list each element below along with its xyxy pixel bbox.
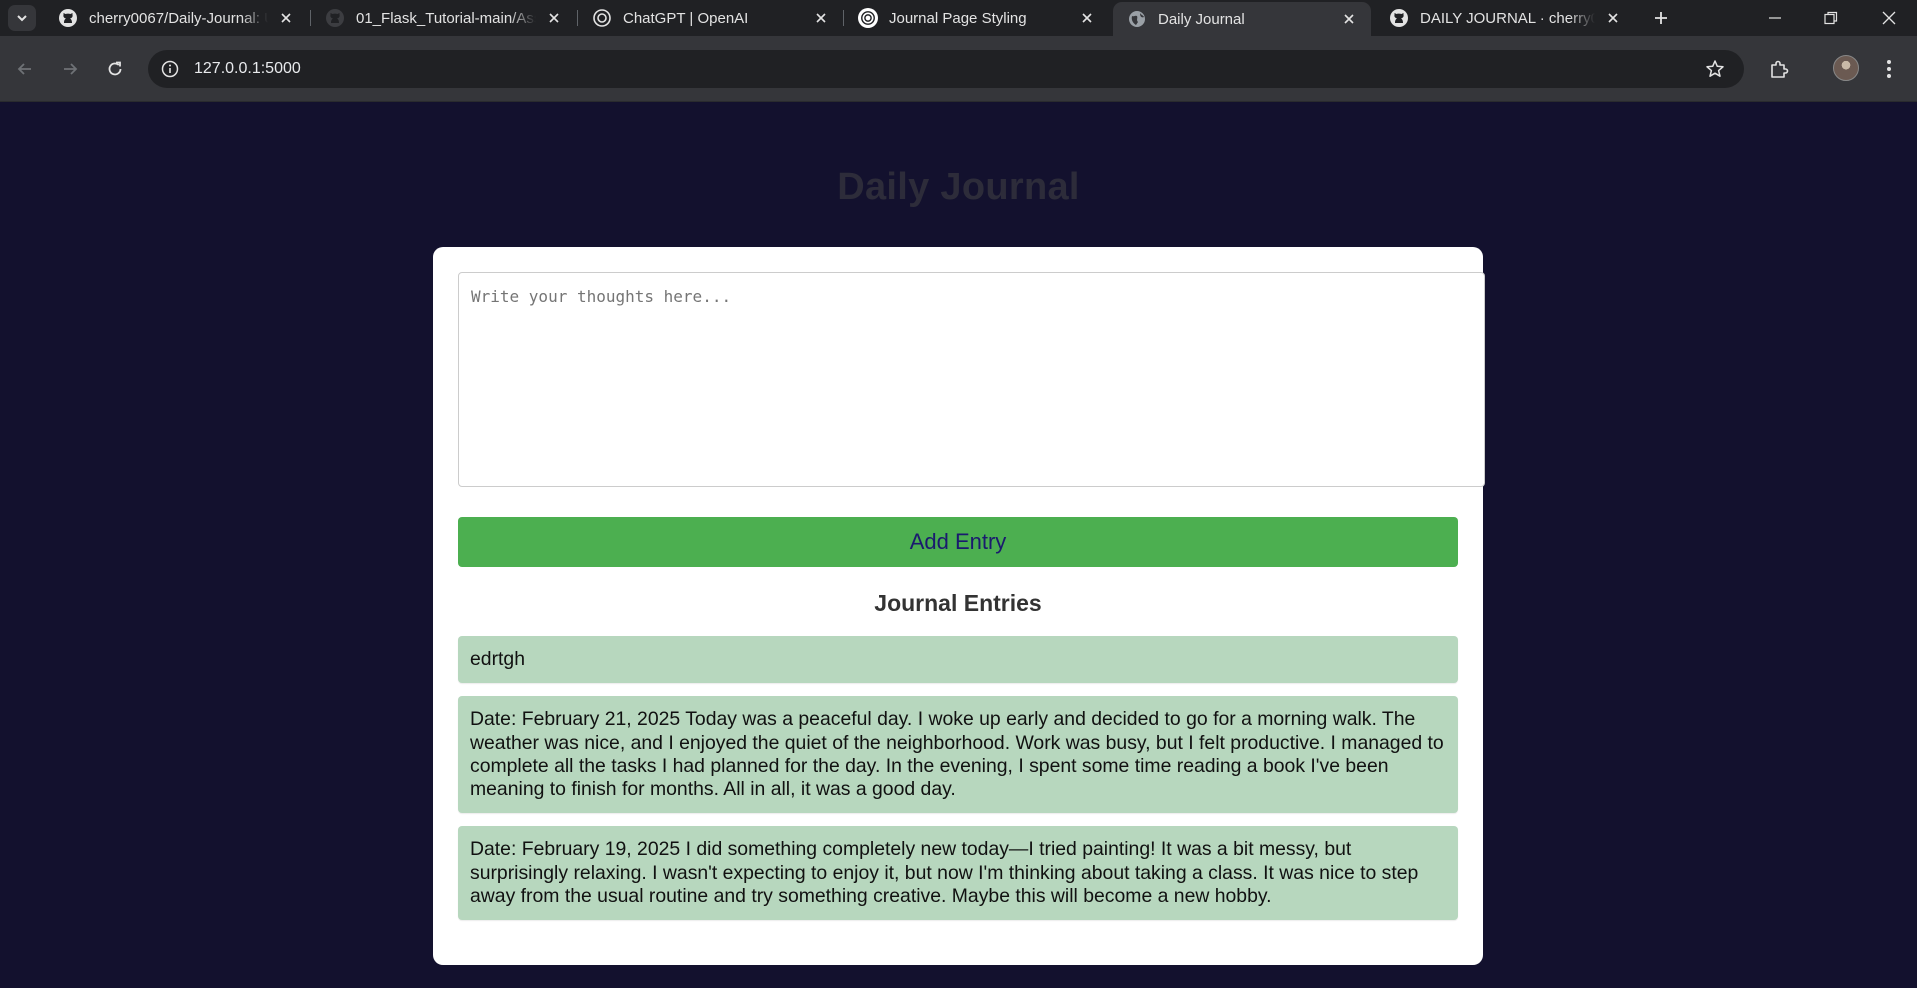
puzzle-icon xyxy=(1771,60,1789,78)
tab-title: cherry0067/Daily-Journal: U xyxy=(89,9,268,27)
openai-icon xyxy=(858,8,878,28)
tab-title: Daily Journal xyxy=(1158,10,1245,28)
arrow-right-icon xyxy=(64,63,78,75)
globe-icon xyxy=(1127,9,1147,29)
minimize-button[interactable] xyxy=(1748,0,1802,36)
tab-search-button[interactable] xyxy=(8,5,36,31)
address-bar[interactable]: 127.0.0.1:5000 xyxy=(148,50,1744,88)
plus-icon xyxy=(1655,12,1667,24)
openai-icon xyxy=(592,8,612,28)
browser-toolbar: 127.0.0.1:5000 xyxy=(0,36,1917,102)
site-info-icon[interactable] xyxy=(158,57,182,81)
bookmark-star-icon[interactable] xyxy=(1704,58,1726,80)
tab-strip: cherry0067/Daily-Journal: U 01_Flask_Tut… xyxy=(0,0,1917,36)
tab-title: DAILY JOURNAL · cherry00 xyxy=(1420,9,1595,27)
chevron-down-icon xyxy=(17,15,27,22)
page-title: Daily Journal xyxy=(837,166,1080,208)
add-entry-button[interactable]: Add Entry xyxy=(458,517,1458,567)
close-window-button[interactable] xyxy=(1862,0,1916,36)
close-icon xyxy=(1882,11,1896,25)
back-button[interactable] xyxy=(8,52,42,86)
profile-avatar[interactable] xyxy=(1833,55,1859,81)
browser-tab[interactable]: Journal Page Styling xyxy=(844,0,1109,36)
tab-title: Journal Page Styling xyxy=(889,9,1027,27)
web-page: Daily Journal Add Entry Journal Entries … xyxy=(0,102,1917,988)
journal-entries-heading: Journal Entries xyxy=(874,590,1042,616)
journal-entry: edrtgh xyxy=(458,636,1458,684)
url-text[interactable]: 127.0.0.1:5000 xyxy=(194,60,301,78)
tab-title: 01_Flask_Tutorial-main/Ass xyxy=(356,9,536,27)
journal-entry: Date: February 21, 2025 Today was a peac… xyxy=(458,696,1458,814)
close-tab-icon[interactable] xyxy=(544,8,564,28)
close-tab-icon[interactable] xyxy=(1077,8,1097,28)
reload-icon xyxy=(108,61,122,76)
restore-button[interactable] xyxy=(1804,0,1858,36)
close-tab-icon[interactable] xyxy=(1339,9,1359,29)
browser-tab[interactable]: DAILY JOURNAL · cherry00 xyxy=(1375,0,1635,36)
journal-entry: Date: February 19, 2025 I did something … xyxy=(458,826,1458,921)
arrow-left-icon xyxy=(17,63,31,75)
minimize-icon xyxy=(1769,17,1781,19)
github-icon xyxy=(58,8,78,28)
new-tab-button[interactable] xyxy=(1648,5,1674,31)
forward-button[interactable] xyxy=(53,52,87,86)
tab-title: ChatGPT | OpenAI xyxy=(623,9,749,27)
journal-entry-textarea[interactable] xyxy=(458,272,1485,487)
more-vert-icon xyxy=(1887,60,1891,78)
browser-tab[interactable]: 01_Flask_Tutorial-main/Ass xyxy=(311,0,576,36)
close-tab-icon[interactable] xyxy=(811,8,831,28)
restore-icon xyxy=(1824,11,1838,25)
journal-entries-list: edrtgh Date: February 21, 2025 Today was… xyxy=(458,636,1458,933)
github-icon xyxy=(1389,8,1409,28)
close-tab-icon[interactable] xyxy=(1603,8,1623,28)
extensions-button[interactable] xyxy=(1764,54,1794,84)
github-icon xyxy=(325,8,345,28)
browser-menu-button[interactable] xyxy=(1874,54,1904,84)
close-tab-icon[interactable] xyxy=(276,8,296,28)
reload-button[interactable] xyxy=(98,52,132,86)
browser-tab-active[interactable]: Daily Journal xyxy=(1113,2,1371,36)
browser-tab[interactable]: cherry0067/Daily-Journal: U xyxy=(44,0,308,36)
browser-tab[interactable]: ChatGPT | OpenAI xyxy=(578,0,843,36)
journal-card: Add Entry Journal Entries edrtgh Date: F… xyxy=(433,247,1485,965)
